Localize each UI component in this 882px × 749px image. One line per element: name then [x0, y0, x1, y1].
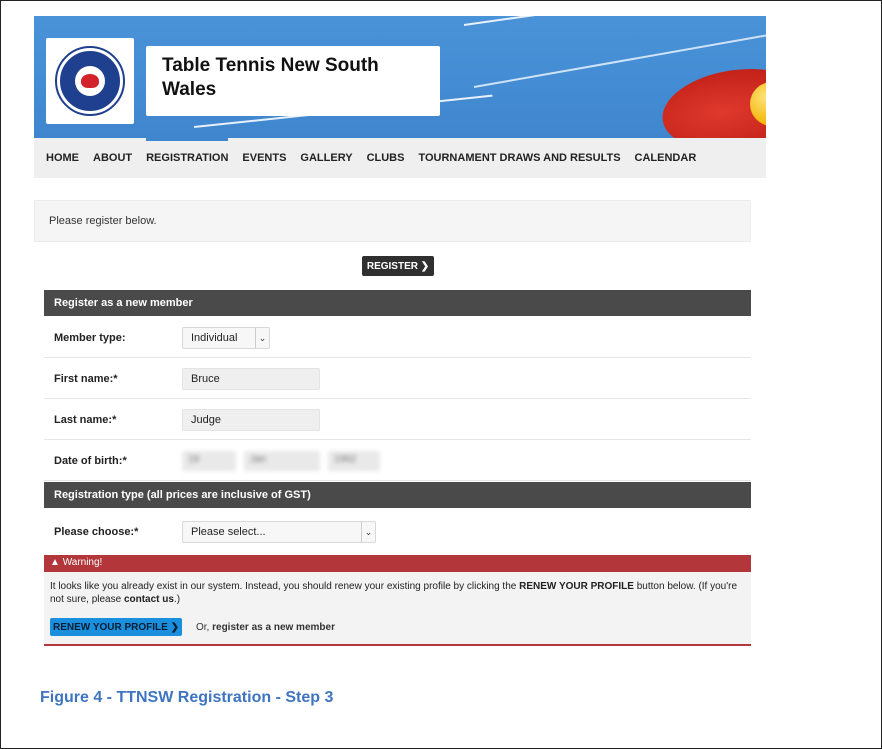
choose-row: Please choose:* Please select... ⌄ [44, 512, 751, 552]
renew-profile-button[interactable]: RENEW YOUR PROFILE ❯ [50, 618, 182, 636]
first-name-field[interactable]: Bruce [182, 368, 320, 390]
banner-line [463, 16, 682, 26]
nav-clubs[interactable]: CLUBS [367, 138, 405, 178]
dob-year-select[interactable]: 1962 [328, 451, 380, 471]
nav-home[interactable]: HOME [46, 138, 79, 178]
chevron-down-icon: ⌄ [255, 328, 269, 348]
new-member-heading: Register as a new member [44, 290, 751, 316]
or-prefix: Or, [196, 622, 213, 633]
warning-icon: ▲ [50, 557, 60, 568]
nav-tournament-draws[interactable]: TOURNAMENT DRAWS AND RESULTS [418, 138, 620, 178]
register-notice: Please register below. [34, 200, 751, 242]
choose-label: Please choose:* [54, 526, 139, 538]
dob-row: Date of birth:* 19 Jan 1962 [44, 441, 751, 481]
warning-message: It looks like you already exist in our s… [50, 580, 745, 606]
member-type-select[interactable]: Individual ⌄ [182, 327, 270, 349]
nav-about[interactable]: ABOUT [93, 138, 132, 178]
nav-registration[interactable]: REGISTRATION [146, 138, 229, 178]
dob-month-select[interactable]: Jan [244, 451, 320, 471]
registration-type-select[interactable]: Please select... ⌄ [182, 521, 376, 543]
register-button[interactable]: REGISTER ❯ [362, 256, 434, 276]
first-name-label: First name:* [54, 373, 118, 385]
logo-seal-icon [55, 46, 125, 116]
site-logo[interactable] [46, 38, 134, 124]
site-title: Table Tennis New South Wales [146, 46, 440, 116]
last-name-field[interactable]: Judge [182, 409, 320, 431]
warning-header: ▲ Warning! [44, 555, 751, 572]
register-new-member-link[interactable]: register as a new member [212, 622, 335, 633]
registration-type-value: Please select... [191, 526, 266, 538]
waratah-icon [81, 74, 99, 88]
first-name-row: First name:* Bruce [44, 359, 751, 399]
member-type-value: Individual [191, 332, 238, 344]
logo-inner [75, 66, 105, 96]
nav-calendar[interactable]: CALENDAR [635, 138, 697, 178]
warning-title: Warning! [62, 557, 103, 568]
warning-bold-text: RENEW YOUR PROFILE [519, 581, 634, 592]
chevron-down-icon: ⌄ [361, 522, 375, 542]
last-name-label: Last name:* [54, 414, 117, 426]
nav-events[interactable]: EVENTS [242, 138, 286, 178]
dob-day-select[interactable]: 19 [182, 451, 236, 471]
or-register-text: Or, register as a new member [196, 621, 335, 634]
nav-gallery[interactable]: GALLERY [300, 138, 352, 178]
main-nav: HOME ABOUT REGISTRATION EVENTS GALLERY C… [34, 138, 766, 178]
contact-us-link[interactable]: contact us [124, 594, 174, 605]
warning-text: It looks like you already exist in our s… [50, 581, 520, 592]
last-name-row: Last name:* Judge [44, 400, 751, 440]
figure-caption: Figure 4 - TTNSW Registration - Step 3 [40, 689, 334, 706]
warning-text: .) [173, 594, 181, 605]
registration-type-heading: Registration type (all prices are inclus… [44, 482, 751, 508]
member-type-label: Member type: [54, 332, 126, 344]
member-type-row: Member type: Individual ⌄ [44, 318, 751, 358]
dob-label: Date of birth:* [54, 455, 127, 467]
warning-body: It looks like you already exist in our s… [44, 572, 751, 646]
